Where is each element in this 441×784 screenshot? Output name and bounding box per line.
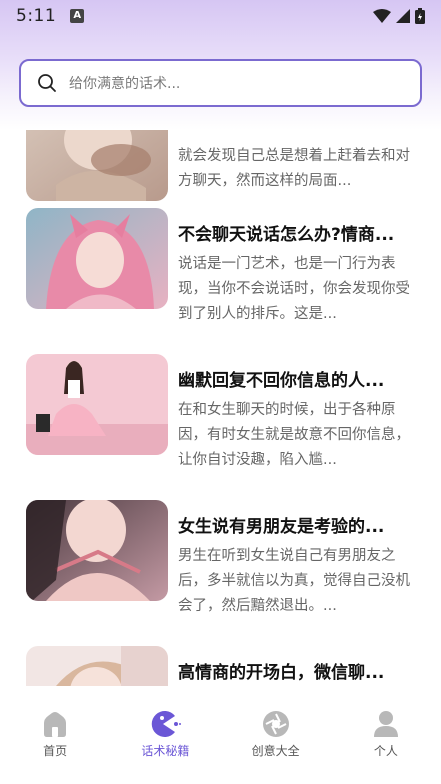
tab-label: 创意大全 <box>251 744 300 758</box>
article-description: 说话是一门艺术，也是一门行为表现，当你不会说话时，你会发现你受到了别人的排斥。这… <box>178 256 410 322</box>
aperture-icon <box>262 711 289 737</box>
search-input[interactable]: 给你满意的话术... <box>69 73 180 93</box>
article-thumbnail <box>26 130 168 201</box>
search-box[interactable]: 给你满意的话术... <box>19 59 422 107</box>
article-description: 在和女生聊天的时候，出于各种原因，有时女生就是故意不回你信息，让你自讨没趣，陷入… <box>178 402 410 468</box>
article-thumbnail <box>26 646 168 686</box>
status-bar: 5:11 A <box>0 0 441 32</box>
pacman-icon <box>152 711 182 737</box>
wifi-icon <box>373 9 391 23</box>
bottom-tab-bar: 首页 话术秘籍 创意大全 个人 <box>0 702 441 768</box>
article-thumbnail <box>26 500 168 601</box>
article-card[interactable]: 幽默回复不回你信息的人... 在和女生聊天的时候，出于各种原因，有时女生就是故意… <box>26 354 416 468</box>
article-title: 不会聊天说话怎么办?情商... <box>178 225 395 245</box>
person-icon <box>373 711 398 737</box>
tab-label: 话术秘籍 <box>141 744 190 758</box>
status-icons <box>373 8 425 24</box>
tab-label: 首页 <box>43 744 68 758</box>
article-thumbnail <box>26 354 168 455</box>
article-description: 就会发现自己总是想着上赶着去和对方聊天，然而这样的局面... <box>178 148 410 189</box>
article-title: 女生说有男朋友是考验的... <box>178 517 385 537</box>
article-title: 高情商的开场白，微信聊... <box>178 663 385 683</box>
status-time: 5:11 <box>16 6 57 26</box>
article-title: 幽默回复不回你信息的人... <box>178 371 385 391</box>
home-icon <box>44 712 67 737</box>
article-card[interactable]: 不会聊天说话怎么办?情商... 说话是一门艺术，也是一门行为表现，当你不会说话时… <box>26 208 416 322</box>
signal-icon <box>396 9 410 23</box>
article-thumbnail <box>26 208 168 309</box>
a-letter-icon: A <box>70 9 85 23</box>
article-card[interactable]: 女生说有男朋友是考验的... 男生在听到女生说自己有男朋友之后，多半就信以为真，… <box>26 500 416 614</box>
tab-label: 个人 <box>373 744 398 758</box>
article-card[interactable]: 就会发现自己总是想着上赶着去和对方聊天，然而这样的局面... <box>26 130 416 210</box>
article-description: 男生在听到女生说自己有男朋友之后，多半就信以为真，觉得自己没机会了，然后黯然退出… <box>178 548 410 614</box>
tab-tips[interactable]: 话术秘籍 <box>110 702 220 768</box>
article-list[interactable]: 就会发现自己总是想着上赶着去和对方聊天，然而这样的局面... 不会聊天说话怎么办… <box>0 130 441 686</box>
tab-ideas[interactable]: 创意大全 <box>221 702 331 768</box>
tab-home[interactable]: 首页 <box>0 702 110 768</box>
tab-profile[interactable]: 个人 <box>331 702 441 768</box>
battery-icon <box>415 8 425 24</box>
article-card[interactable]: 高情商的开场白，微信聊... <box>26 646 416 686</box>
search-icon <box>38 74 56 92</box>
